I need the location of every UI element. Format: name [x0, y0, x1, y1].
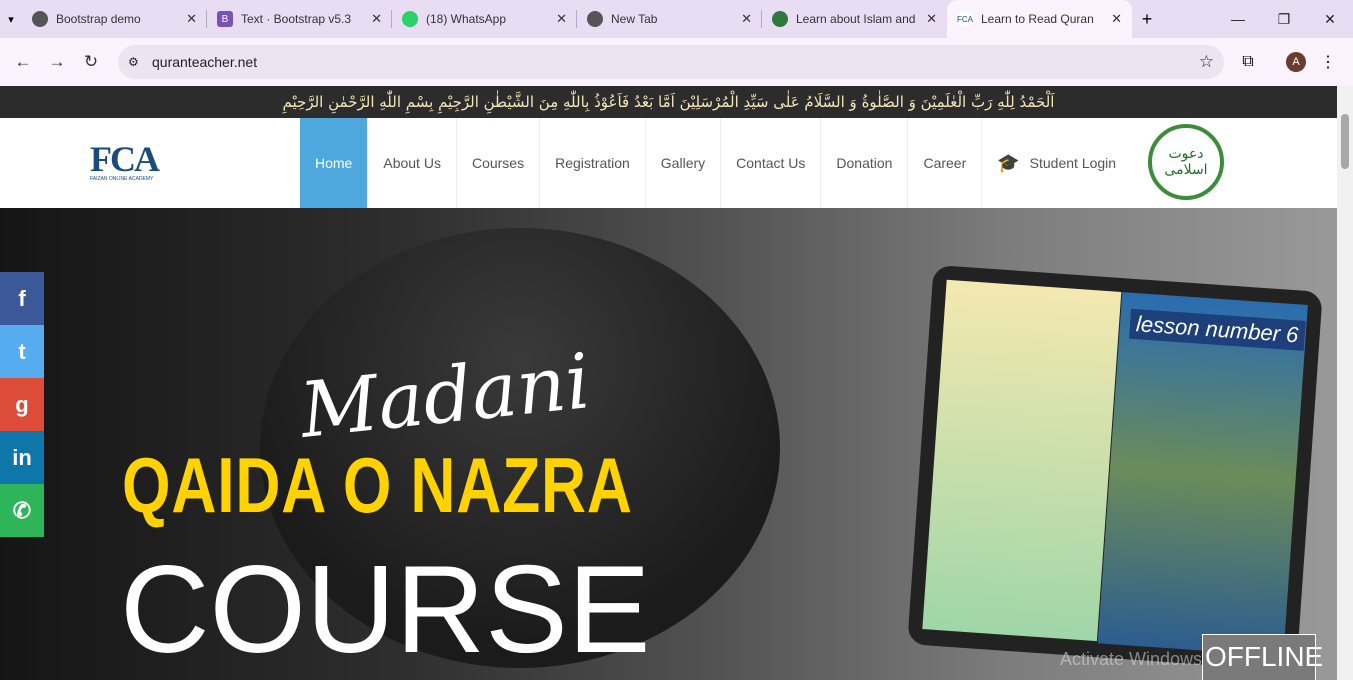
nav-home[interactable]: Home: [300, 118, 369, 208]
close-window-button[interactable]: ✕: [1307, 0, 1353, 38]
whatsapp-icon: [402, 11, 418, 27]
close-tab-icon[interactable]: ✕: [371, 11, 382, 27]
social-sidebar: f t g in ✆: [0, 272, 44, 537]
new-tab-button[interactable]: +: [1132, 9, 1162, 30]
whatsapp-icon[interactable]: ✆: [0, 484, 44, 537]
forward-button[interactable]: →: [40, 52, 74, 72]
google-plus-icon[interactable]: g: [0, 378, 44, 431]
hero-banner: lesson number 6 Madani QAIDA O NAZRA COU…: [0, 208, 1337, 680]
page-scrollbar[interactable]: [1337, 86, 1353, 680]
dawateislami-emblem: دعوت اسلامی: [1148, 124, 1224, 200]
profile-avatar[interactable]: A: [1286, 52, 1306, 72]
reload-button[interactable]: ↻: [74, 52, 108, 72]
menu-kebab-icon[interactable]: ⋮: [1320, 52, 1336, 72]
mosque-icon: [772, 11, 788, 27]
bootstrap-icon: B: [217, 11, 233, 27]
student-login-label: Student Login: [1029, 155, 1117, 171]
arabic-banner: اَلْحَمْدُ لِلّٰهِ رَبِّ الْعٰلَمِيْنَ و…: [0, 86, 1337, 118]
tab-title: Bootstrap demo: [56, 12, 141, 26]
url-text: quranteacher.net: [152, 54, 258, 70]
linkedin-icon[interactable]: in: [0, 431, 44, 484]
tab-title: Learn about Islam and: [796, 12, 916, 26]
tab[interactable]: New Tab ✕: [577, 0, 762, 38]
close-tab-icon[interactable]: ✕: [1111, 11, 1122, 27]
close-tab-icon[interactable]: ✕: [186, 11, 197, 27]
graduation-cap-icon: 🎓: [997, 152, 1020, 173]
chrome-icon: [587, 11, 603, 27]
tab[interactable]: Bootstrap demo ✕: [22, 0, 207, 38]
address-bar-row: ← → ↻ ⚙ quranteacher.net ☆ ⧉ A ⋮: [0, 38, 1353, 86]
twitter-icon[interactable]: t: [0, 325, 44, 378]
url-input[interactable]: ⚙ quranteacher.net ☆: [118, 45, 1224, 79]
globe-icon: [32, 11, 48, 27]
nav-career[interactable]: Career: [908, 118, 983, 208]
tab-title: Text · Bootstrap v5.3: [241, 12, 352, 26]
back-button[interactable]: ←: [6, 52, 40, 72]
web-page: اَلْحَمْدُ لِلّٰهِ رَبِّ الْعٰلَمِيْنَ و…: [0, 86, 1337, 680]
nav-about-us[interactable]: About Us: [368, 118, 457, 208]
scrollbar-thumb[interactable]: [1341, 114, 1349, 169]
chat-offline-button[interactable]: OFFLINE: [1202, 634, 1323, 680]
site-header: FCA FAIZAN ONLINE ACADEMY Home About Us C…: [0, 118, 1337, 208]
logo-text: FCA: [90, 139, 160, 179]
logo-subtitle: FAIZAN ONLINE ACADEMY: [90, 176, 154, 182]
tab-title: New Tab: [611, 12, 658, 26]
hero-headline: QAIDA O NAZRA: [122, 441, 633, 529]
nav-donation[interactable]: Donation: [821, 118, 909, 208]
hero-tablet-image: lesson number 6: [907, 264, 1323, 672]
main-nav: Home About Us Courses Registration Galle…: [300, 118, 1131, 208]
minimize-button[interactable]: —: [1215, 0, 1261, 38]
nav-contact-us[interactable]: Contact Us: [721, 118, 822, 208]
extensions-icon[interactable]: ⧉: [1224, 53, 1272, 71]
tab[interactable]: Learn about Islam and ✕: [762, 0, 947, 38]
nav-student-login[interactable]: 🎓 Student Login: [982, 118, 1131, 208]
tab-active[interactable]: FCA Learn to Read Quran ✕: [947, 0, 1132, 38]
nav-courses[interactable]: Courses: [457, 118, 541, 208]
windows-activation-watermark: Activate Windows: [1060, 649, 1203, 669]
restore-button[interactable]: ❐: [1261, 0, 1307, 38]
tab-strip: ▾ Bootstrap demo ✕ B Text · Bootstrap v5.3…: [0, 0, 1353, 38]
site-info-icon[interactable]: ⚙: [128, 55, 152, 69]
close-tab-icon[interactable]: ✕: [556, 11, 567, 27]
fca-icon: FCA: [957, 11, 973, 27]
fca-logo[interactable]: FCA FAIZAN ONLINE ACADEMY: [90, 138, 180, 190]
tab-title: Learn to Read Quran: [981, 12, 1094, 26]
facebook-icon[interactable]: f: [0, 272, 44, 325]
tab-title: (18) WhatsApp: [426, 12, 507, 26]
hero-subheadline: COURSE: [120, 541, 651, 679]
close-tab-icon[interactable]: ✕: [926, 11, 937, 27]
tab[interactable]: B Text · Bootstrap v5.3 ✕: [207, 0, 392, 38]
nav-gallery[interactable]: Gallery: [646, 118, 722, 208]
nav-registration[interactable]: Registration: [540, 118, 646, 208]
close-tab-icon[interactable]: ✕: [741, 11, 752, 27]
bookmark-star-icon[interactable]: ☆: [1199, 52, 1214, 72]
tab-search-icon[interactable]: ▾: [0, 13, 22, 26]
tab[interactable]: (18) WhatsApp ✕: [392, 0, 577, 38]
